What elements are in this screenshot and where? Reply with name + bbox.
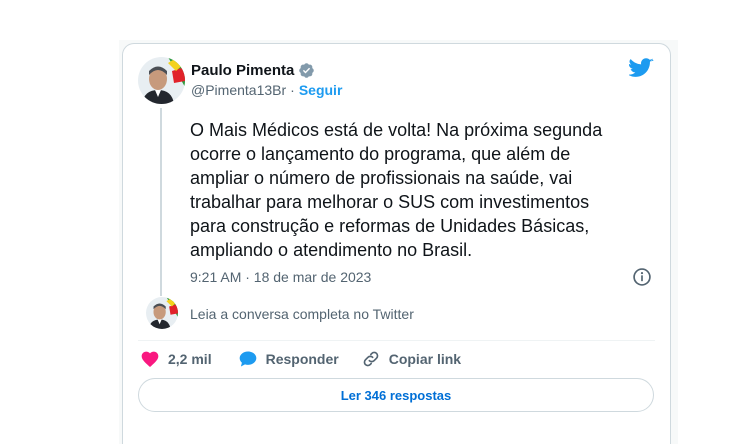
reply-button[interactable]: Responder xyxy=(238,349,339,369)
author-handle-row: @Pimenta13Br · Seguir xyxy=(191,82,342,98)
actions-divider xyxy=(138,340,655,341)
tweet-text: O Mais Médicos está de volta! Na próxima… xyxy=(190,120,603,260)
info-icon[interactable] xyxy=(632,267,652,287)
like-count: 2,2 mil xyxy=(168,351,212,367)
copy-link-label: Copiar link xyxy=(388,351,462,367)
twitter-bird-icon[interactable] xyxy=(629,58,654,79)
heart-icon xyxy=(141,351,159,367)
reply-label: Responder xyxy=(265,351,339,367)
conversation-avatar[interactable] xyxy=(146,297,178,329)
speech-bubble-icon xyxy=(239,351,256,367)
separator-dot: · xyxy=(290,82,295,98)
author-avatar[interactable] xyxy=(138,57,185,104)
tweet-actions: 2,2 mil Responder Copiar link xyxy=(140,349,461,369)
author-name-row: Paulo Pimenta xyxy=(191,62,315,79)
read-conversation-link[interactable]: Leia a conversa completa no Twitter xyxy=(190,306,414,322)
copy-link-button[interactable]: Copiar link xyxy=(361,349,461,369)
verified-badge-icon xyxy=(299,63,315,78)
like-button[interactable]: 2,2 mil xyxy=(140,349,212,369)
read-replies-button[interactable]: Ler 346 respostas xyxy=(138,378,654,412)
thread-line xyxy=(160,108,162,296)
author-name[interactable]: Paulo Pimenta xyxy=(191,62,294,79)
tweet-timestamp[interactable]: 9:21 AM · 18 de mar de 2023 xyxy=(190,269,371,285)
follow-button[interactable]: Seguir xyxy=(299,82,343,98)
link-icon xyxy=(363,351,379,367)
author-handle[interactable]: @Pimenta13Br xyxy=(191,82,286,98)
